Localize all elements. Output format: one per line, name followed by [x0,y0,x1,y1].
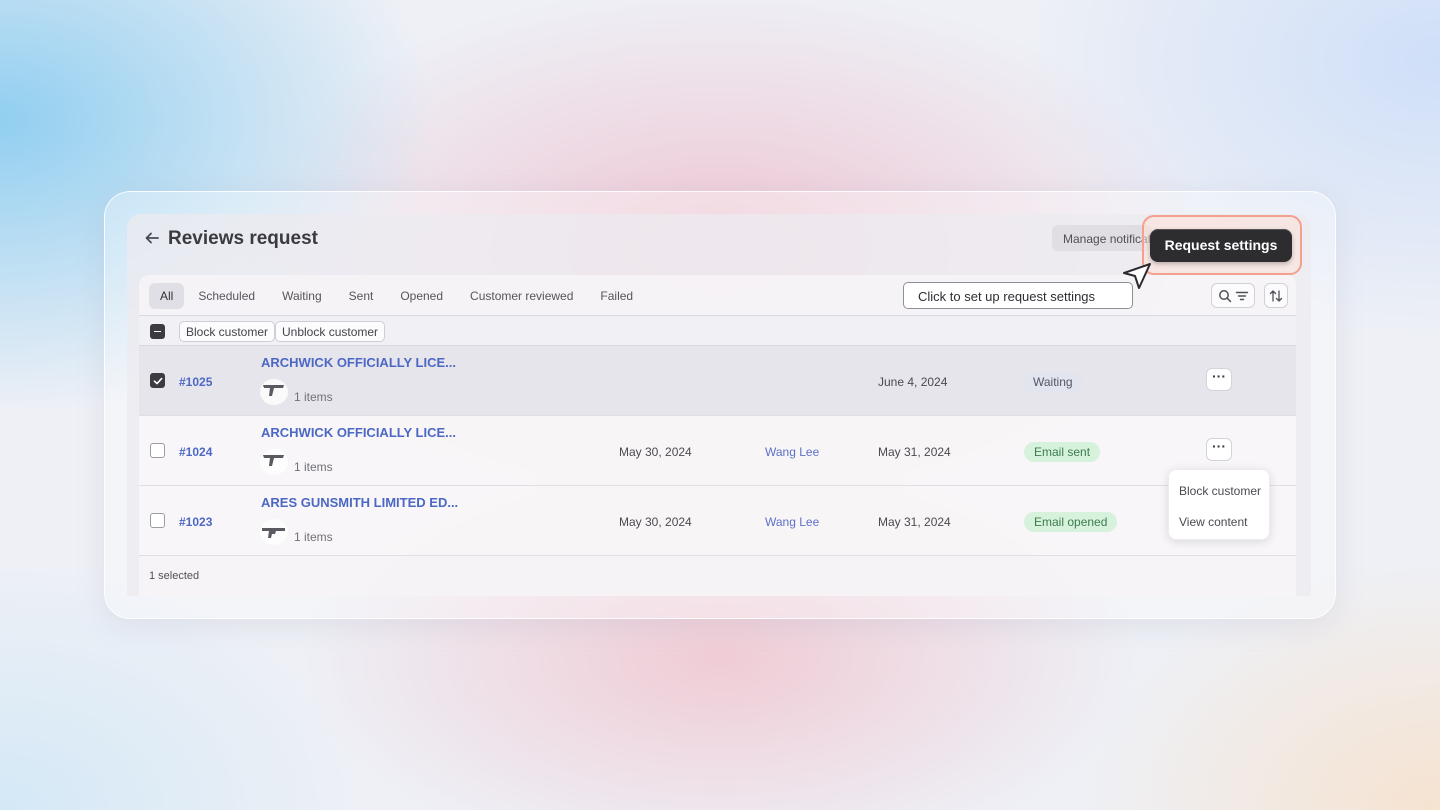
product-thumbnail-icon [260,519,288,545]
sort-arrows-icon [1269,289,1283,302]
requests-table-card: All Scheduled Waiting Sent Opened Custom… [139,275,1296,596]
sort-button[interactable] [1264,283,1288,308]
request-settings-tooltip: Click to set up request settings [903,282,1133,309]
product-name[interactable]: ARCHWICK OFFICIALLY LICE... [261,355,456,370]
selection-count: 1 selected [149,570,200,582]
tab-waiting[interactable]: Waiting [269,283,335,309]
manage-notifications-button[interactable]: Manage notifications [1052,225,1152,251]
filter-lines-icon [1235,291,1248,300]
order-number[interactable]: #1024 [179,445,212,459]
product-thumbnail-icon [260,449,288,475]
table-row[interactable]: #1025 ARCHWICK OFFICIALLY LICE... 1 item… [139,346,1296,416]
order-number[interactable]: #1025 [179,375,212,389]
row-checkbox[interactable] [150,513,165,528]
table-row[interactable]: #1024 ARCHWICK OFFICIALLY LICE... 1 item… [139,416,1296,486]
row-actions-button[interactable]: ··· [1206,368,1232,391]
more-dots-icon: ··· [1212,368,1226,384]
status-tabs: All Scheduled Waiting Sent Opened Custom… [149,283,647,309]
tab-sent[interactable]: Sent [336,283,387,309]
item-count: 1 items [294,530,333,544]
row-checkbox[interactable] [150,373,165,388]
page-title: Reviews request [168,228,318,249]
menu-item-view-content[interactable]: View content [1179,515,1248,529]
status-badge: Email opened [1024,512,1118,532]
row-actions-menu: Block customer View content [1168,469,1270,540]
row-actions-button[interactable]: ··· [1206,438,1232,461]
pointer-cursor-icon [1123,263,1151,289]
row-checkbox[interactable] [150,443,165,458]
tab-all[interactable]: All [149,283,185,309]
check-icon [153,377,162,384]
product-name[interactable]: ARCHWICK OFFICIALLY LICE... [261,425,456,440]
unblock-customer-button[interactable]: Unblock customer [275,321,386,342]
request-date: May 31, 2024 [878,445,951,459]
order-number[interactable]: #1023 [179,515,212,529]
customer-name[interactable]: Wang Lee [765,445,819,459]
item-count: 1 items [294,460,333,474]
arrow-left-icon[interactable] [143,229,161,247]
request-settings-button[interactable]: Request settings [1150,229,1292,262]
product-name[interactable]: ARES GUNSMITH LIMITED ED... [261,495,458,510]
request-date: May 31, 2024 [878,515,951,529]
request-date: June 4, 2024 [878,375,948,389]
tab-scheduled[interactable]: Scheduled [185,283,268,309]
product-thumbnail-icon [260,379,288,405]
status-badge: Email sent [1024,442,1101,462]
block-customer-button[interactable]: Block customer [179,321,276,342]
tab-failed[interactable]: Failed [587,283,646,309]
select-all-checkbox[interactable] [150,324,165,339]
customer-name[interactable]: Wang Lee [765,515,819,529]
table-row[interactable]: #1023 ARES GUNSMITH LIMITED ED... 1 item… [139,486,1296,556]
bulk-actions-bar: Block customer Unblock customer [139,315,1296,346]
search-filter-button[interactable] [1211,283,1255,308]
status-badge: Waiting [1023,372,1083,392]
more-dots-icon: ··· [1212,438,1226,454]
created-date: May 30, 2024 [619,445,692,459]
search-icon [1218,289,1231,302]
tab-opened[interactable]: Opened [387,283,456,309]
created-date: May 30, 2024 [619,515,692,529]
tab-customer-reviewed[interactable]: Customer reviewed [457,283,586,309]
item-count: 1 items [294,390,333,404]
menu-item-block-customer[interactable]: Block customer [1179,484,1261,498]
